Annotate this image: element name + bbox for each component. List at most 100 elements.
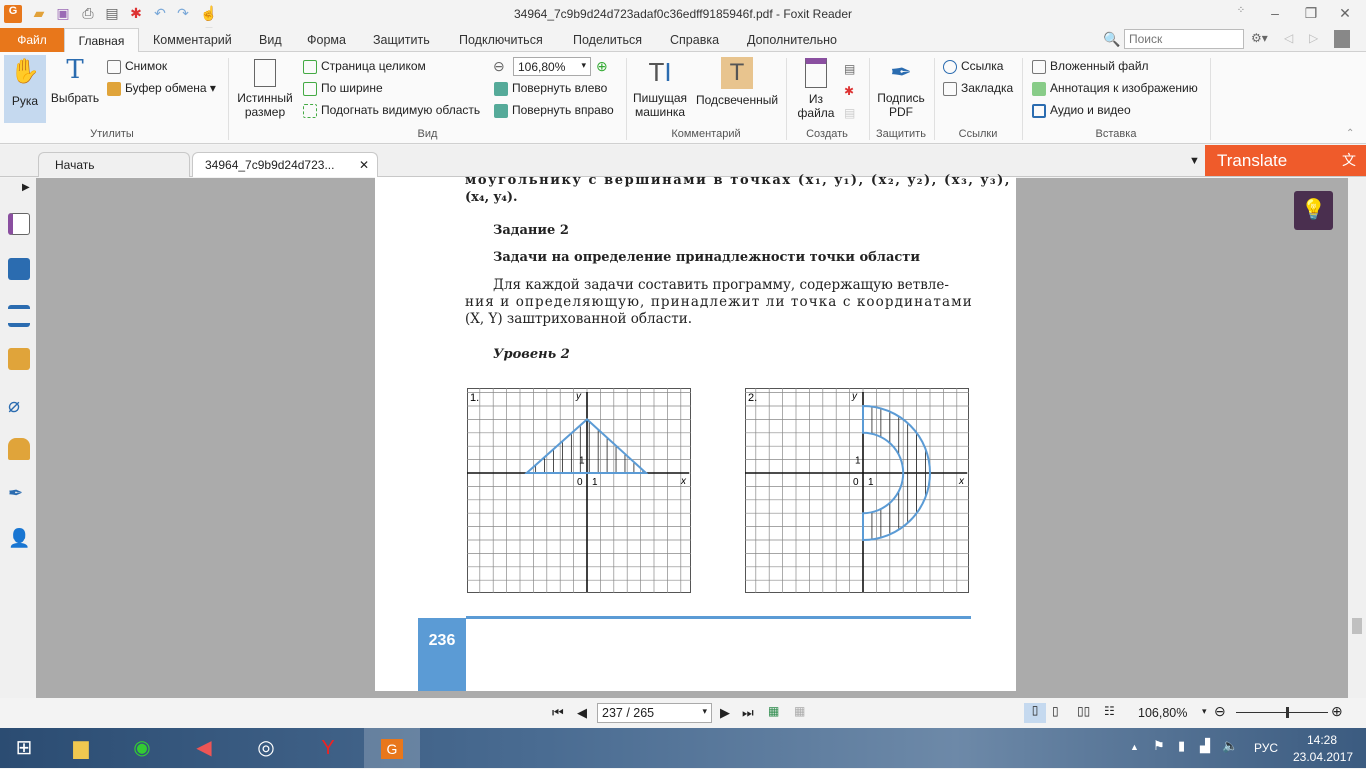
first-page-button[interactable]: ⏮ — [552, 705, 564, 721]
restore-button[interactable]: ❐ — [1302, 5, 1320, 23]
zoom-out-icon[interactable]: ⊖ — [493, 58, 505, 75]
yandex-browser-icon[interactable]: Y — [304, 730, 352, 766]
group-label-links: Ссылки — [958, 128, 998, 140]
clock-time[interactable]: 14:28 — [1307, 733, 1337, 747]
tab-start[interactable]: Начать — [38, 152, 190, 177]
expand-panel-icon[interactable]: ▶ — [22, 182, 30, 193]
fit-page-button[interactable]: Страница целиком — [303, 59, 426, 74]
typewriter-button[interactable]: TI Пишущая машинка — [630, 57, 690, 119]
layers-icon[interactable] — [8, 305, 30, 327]
tab-extra[interactable]: Дополнительно — [737, 28, 847, 52]
zoom-in-icon[interactable]: ⊕ — [596, 58, 608, 75]
translate-button[interactable]: Translate 文 — [1205, 145, 1366, 176]
fit-width-button[interactable]: По ширине — [303, 81, 383, 96]
tab-form[interactable]: Форма — [297, 28, 356, 52]
file-explorer-icon[interactable]: ▆ — [57, 730, 105, 766]
from-file-button[interactable]: Из файла — [792, 58, 840, 120]
zoom-in-button[interactable]: ⊕ — [1331, 703, 1343, 720]
paperclip-icon — [1032, 59, 1046, 74]
next-page-button[interactable]: ▶ — [720, 705, 730, 721]
search-input[interactable] — [1124, 29, 1244, 49]
tab-connect[interactable]: Подключиться — [449, 28, 553, 52]
user-comment-icon[interactable]: 👤 — [8, 528, 30, 550]
foxit-taskbar-icon[interactable]: G — [364, 728, 420, 768]
tab-view[interactable]: Вид — [249, 28, 292, 52]
search-folder-icon[interactable]: 🔍 — [1103, 31, 1120, 48]
zoom-out-button[interactable]: ⊖ — [1214, 703, 1226, 720]
clipboard-icon — [107, 81, 121, 96]
rotate-left-button[interactable]: Повернуть влево — [494, 81, 607, 96]
group-label-insert: Вставка — [1095, 128, 1137, 140]
signal-icon[interactable]: ▟ — [1200, 738, 1210, 754]
zoom-value[interactable]: 106,80% — [1138, 706, 1187, 720]
lightbulb-tip-button[interactable]: 💡 — [1294, 191, 1333, 230]
pages-icon[interactable] — [8, 258, 30, 280]
tab-comment[interactable]: Комментарий — [143, 28, 242, 52]
minimize-button[interactable]: – — [1266, 5, 1284, 23]
forward-icon[interactable]: ▷ — [1309, 31, 1318, 45]
last-page-button[interactable]: ⏭ — [742, 705, 754, 721]
next-view-icon[interactable]: ▦ — [794, 704, 805, 718]
tab-list-dropdown-icon[interactable]: ▼ — [1189, 155, 1200, 167]
sound-app-icon[interactable]: ◀ — [180, 730, 228, 766]
tab-document[interactable]: 34964_7c9b9d24d723... ✕ — [192, 152, 378, 177]
actual-size-button[interactable]: Истинный размер — [234, 57, 296, 127]
user-avatar[interactable] — [1334, 30, 1350, 48]
show-hidden-icons[interactable]: ▲ — [1130, 742, 1139, 752]
rotate-right-button[interactable]: Повернуть вправо — [494, 103, 614, 118]
divider — [1022, 58, 1023, 140]
fit-visible-button[interactable]: Подогнать видимую область — [303, 103, 480, 118]
paragraph-line: (X, Y) заштрихованной области. — [465, 311, 693, 327]
zoom-select[interactable]: 106,80% ▾ — [513, 57, 591, 76]
sign-pdf-button[interactable]: ✒ Подпись PDF — [872, 57, 930, 119]
audio-video-button[interactable]: Аудио и видео — [1032, 103, 1131, 118]
start-button[interactable]: ⊞ — [0, 730, 48, 766]
gear-icon[interactable]: ⚙▾ — [1251, 31, 1268, 45]
divider — [626, 58, 627, 140]
security-lock-icon[interactable] — [8, 438, 30, 460]
link-button[interactable]: Ссылка — [943, 59, 1003, 74]
comments-icon[interactable] — [8, 348, 30, 370]
single-page-view-icon[interactable]: ▯ — [1024, 703, 1046, 723]
tab-protect[interactable]: Защитить — [363, 28, 440, 52]
battery-icon[interactable]: ▮ — [1178, 738, 1185, 754]
zoom-slider-thumb[interactable] — [1285, 707, 1289, 718]
collapse-ribbon-icon[interactable]: ⌃ — [1346, 128, 1354, 139]
back-icon[interactable]: ◁ — [1284, 31, 1293, 45]
snapshot-button[interactable]: Снимок — [107, 59, 167, 74]
image-annotation-button[interactable]: Аннотация к изображению — [1032, 81, 1198, 96]
page-number-input[interactable]: 237 / 265 ▾ — [597, 703, 712, 723]
signature-icon[interactable]: ✒ — [8, 483, 30, 505]
attachment-button[interactable]: Вложенный файл — [1032, 59, 1149, 74]
facing-view-icon[interactable]: ▯▯ — [1077, 704, 1090, 718]
tab-home[interactable]: Главная — [64, 28, 139, 53]
clock-date[interactable]: 23.04.2017 — [1293, 750, 1353, 764]
continuous-facing-view-icon[interactable]: ☷ — [1104, 704, 1115, 718]
create-small-icons[interactable]: ▤ ✱ ▤ — [844, 58, 855, 124]
action-center-flag-icon[interactable]: ⚑ — [1153, 738, 1165, 754]
select-button[interactable]: T Выбрать — [50, 55, 100, 123]
tab-file[interactable]: Файл — [0, 28, 64, 52]
clipboard-button[interactable]: Буфер обмена ▾ — [107, 81, 216, 96]
highlight-button[interactable]: T Подсвеченный — [692, 57, 782, 107]
close-button[interactable]: ✕ — [1336, 5, 1354, 23]
bookmark-button[interactable]: Закладка — [943, 81, 1013, 96]
language-indicator[interactable]: РУС — [1254, 741, 1278, 755]
close-tab-icon[interactable]: ✕ — [359, 153, 369, 178]
previous-view-icon[interactable]: ▦ — [768, 704, 779, 718]
tab-share[interactable]: Поделиться — [563, 28, 652, 52]
tab-help[interactable]: Справка — [660, 28, 729, 52]
previous-page-button[interactable]: ◀ — [577, 705, 587, 721]
fullscreen-icon[interactable]: ⁘ — [1232, 5, 1250, 23]
steam-icon[interactable]: ◎ — [242, 730, 290, 766]
continuous-view-icon[interactable]: ▯ — [1052, 704, 1059, 718]
vertical-scrollbar[interactable] — [1348, 178, 1366, 698]
network-app-icon[interactable]: ◉ — [118, 730, 166, 766]
volume-icon[interactable]: 🔈 — [1222, 738, 1238, 754]
bookmarks-icon[interactable] — [8, 213, 30, 235]
hand-button[interactable]: ✋ Рука — [4, 55, 46, 123]
zoom-dropdown-icon[interactable]: ▾ — [1202, 706, 1207, 717]
scroll-thumb[interactable] — [1352, 618, 1362, 634]
attachments-icon[interactable]: ⌀ — [8, 393, 30, 417]
zoom-slider[interactable] — [1236, 707, 1328, 718]
